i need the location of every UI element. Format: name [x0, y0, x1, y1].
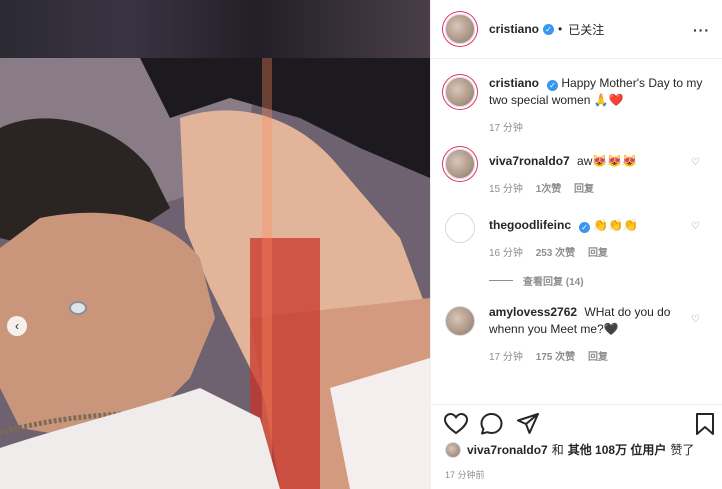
follow-status-button[interactable]: 已关注 [568, 21, 604, 38]
action-bar [431, 404, 722, 440]
verified-badge-icon: ✓ [543, 23, 555, 35]
commenter-avatar[interactable] [445, 213, 475, 243]
verified-badge-icon: ✓ [579, 222, 590, 233]
reply-button[interactable]: 回复 [574, 184, 594, 195]
liker-avatar[interactable] [445, 441, 461, 458]
view-replies-button[interactable]: 查看回复 (14) [489, 273, 722, 288]
comment-likes[interactable]: 1次赞 [536, 184, 562, 195]
liker-username[interactable]: viva7ronaldo7 [467, 443, 548, 457]
comment-username[interactable]: thegoodlifeinc [489, 218, 571, 232]
post-detail-panel: cristiano ✓ • 已关注 ··· cristiano ✓ Happy M… [430, 0, 722, 489]
liked-by-suffix: 赞了 [670, 443, 695, 457]
comment-icon[interactable] [480, 413, 503, 435]
more-options-icon[interactable]: ··· [693, 22, 710, 38]
commenter-avatar[interactable] [445, 149, 475, 179]
carousel-prev-button[interactable]: ‹ [7, 316, 27, 336]
comment-time[interactable]: 17 分钟 [489, 352, 523, 363]
comment-likes[interactable]: 175 次赞 [536, 352, 575, 363]
comments-list: cristiano ✓ Happy Mother's Day to my two … [431, 75, 722, 363]
bookmark-icon[interactable] [696, 413, 714, 435]
comment-username[interactable]: viva7ronaldo7 [489, 154, 570, 168]
commenter-avatar[interactable] [445, 306, 475, 336]
comment-likes[interactable]: 253 次赞 [536, 248, 575, 259]
caption-username[interactable]: cristiano [489, 76, 539, 90]
post-photo[interactable]: ‹ [0, 58, 430, 489]
reply-button[interactable]: 回复 [588, 248, 608, 259]
verified-badge-icon: ✓ [547, 80, 559, 91]
author-avatar[interactable] [445, 14, 475, 44]
comment-item: amylovess2762 WHat do you do whenn you M… [431, 304, 722, 363]
reply-button[interactable]: 回复 [588, 352, 608, 363]
heart-icon[interactable] [444, 413, 468, 435]
author-username[interactable]: cristiano [489, 22, 539, 36]
comment-like-heart-icon[interactable]: ♡ [691, 221, 701, 232]
post-header: cristiano ✓ • 已关注 ··· [431, 0, 722, 59]
liked-by-and: 和 [551, 443, 564, 457]
comment-username[interactable]: amylovess2762 [489, 305, 577, 319]
caption: cristiano ✓ Happy Mother's Day to my two … [431, 75, 722, 134]
post-photo-illustration [0, 58, 430, 489]
liked-by-others[interactable]: 其他 108万 位用户 [568, 441, 667, 458]
replies-line [489, 280, 513, 281]
caption-time: 17 分钟 [489, 123, 523, 134]
share-icon[interactable] [517, 413, 539, 435]
comment-text: 👏👏👏 [593, 218, 639, 232]
comment-time[interactable]: 16 分钟 [489, 248, 523, 259]
comment-like-heart-icon[interactable]: ♡ [691, 157, 701, 168]
comment-time[interactable]: 15 分钟 [489, 184, 523, 195]
comment-item: viva7ronaldo7 aw😻😻😻 15 分钟 1次赞 回复 ♡ [431, 147, 722, 195]
author-avatar[interactable] [445, 77, 475, 107]
separator-dot: • [558, 22, 563, 36]
previous-post-strip [0, 0, 430, 58]
comment-like-heart-icon[interactable]: ♡ [691, 314, 701, 325]
post-timestamp[interactable]: 17 分钟前 [445, 468, 485, 481]
view-replies-label: 查看回复 (14) [523, 277, 584, 288]
liked-by-row: viva7ronaldo7 和 其他 108万 位用户 赞了 [445, 441, 694, 458]
comment-item: thegoodlifeinc ✓ 👏👏👏 16 分钟 253 次赞 回复 ♡ [431, 211, 722, 259]
comment-text: aw😻😻😻 [577, 154, 638, 168]
